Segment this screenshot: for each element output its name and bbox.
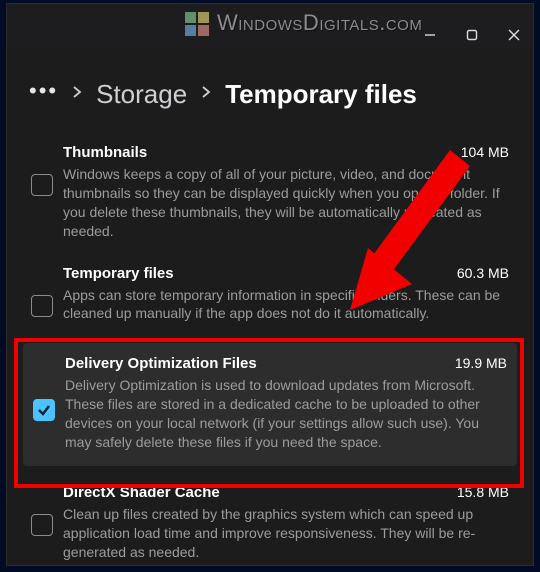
- window-controls: [421, 26, 523, 44]
- item-size: 60.3 MB: [447, 265, 509, 281]
- page-title: Temporary files: [225, 79, 417, 110]
- item-description: Delivery Optimization is used to downloa…: [65, 376, 507, 452]
- item-title: DirectX Shader Cache: [63, 484, 447, 501]
- minimize-button[interactable]: [421, 26, 439, 44]
- list-item-delivery-optimization[interactable]: Delivery Optimization Files 19.9 MB Deli…: [23, 343, 517, 466]
- maximize-button[interactable]: [463, 26, 481, 44]
- chevron-right-icon: [201, 85, 211, 104]
- breadcrumb: ••• Storage Temporary files: [29, 78, 511, 110]
- item-description: Windows keeps a copy of all of your pict…: [63, 165, 509, 241]
- title-bar: WindowsDigitals.com: [7, 4, 533, 50]
- item-title: Thumbnails: [63, 144, 451, 161]
- list-item-thumbnails[interactable]: Thumbnails 104 MB Windows keeps a copy o…: [29, 140, 511, 247]
- item-title: Temporary files: [63, 265, 447, 282]
- settings-window: WindowsDigitals.com ••• Storage Temporar…: [6, 3, 534, 566]
- item-title: Delivery Optimization Files: [65, 355, 445, 372]
- chevron-right-icon: [72, 85, 82, 104]
- checkbox-thumbnails[interactable]: [31, 174, 53, 196]
- close-button[interactable]: [505, 26, 523, 44]
- watermark-logo-icon: [185, 12, 209, 36]
- item-description: Apps can store temporary information in …: [63, 286, 509, 324]
- watermark-text: WindowsDigitals.com: [217, 10, 422, 36]
- checkbox-delivery-optimization[interactable]: [33, 399, 55, 421]
- checkbox-temporary-files[interactable]: [31, 295, 53, 317]
- content-area: ••• Storage Temporary files Thumbnails 1…: [7, 50, 533, 565]
- item-size: 104 MB: [451, 144, 509, 160]
- list-item-directx-shader-cache[interactable]: DirectX Shader Cache 15.8 MB Clean up fi…: [29, 480, 511, 568]
- item-size: 15.8 MB: [447, 484, 509, 500]
- list-item-temporary-files[interactable]: Temporary files 60.3 MB Apps can store t…: [29, 261, 511, 330]
- item-description: Clean up files created by the graphics s…: [63, 505, 509, 562]
- item-size: 19.9 MB: [445, 355, 507, 371]
- breadcrumb-storage-link[interactable]: Storage: [96, 79, 187, 110]
- checkbox-directx-shader-cache[interactable]: [31, 514, 53, 536]
- breadcrumb-ellipsis-button[interactable]: •••: [29, 78, 58, 110]
- temp-files-list: Thumbnails 104 MB Windows keeps a copy o…: [29, 140, 511, 568]
